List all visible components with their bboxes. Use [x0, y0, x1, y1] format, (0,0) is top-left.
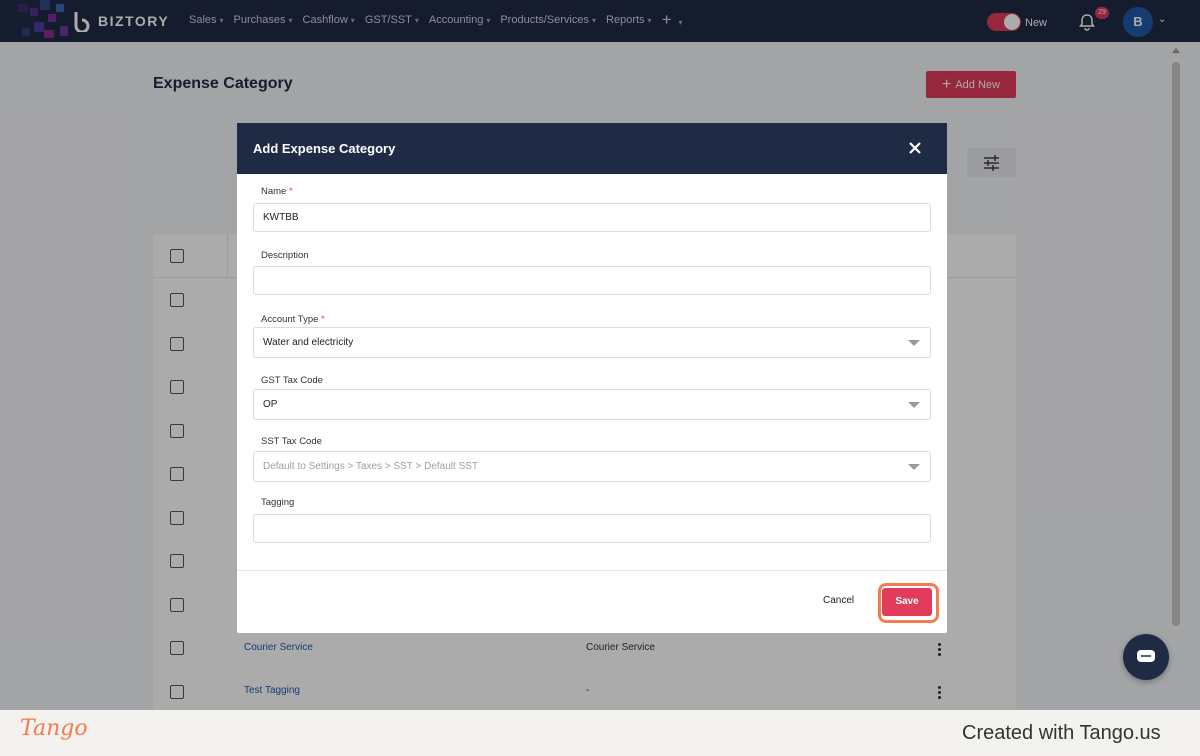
- description-label: Description: [261, 250, 309, 261]
- gst-tax-code-select[interactable]: OP: [253, 389, 931, 420]
- chat-widget-button[interactable]: [1123, 634, 1169, 680]
- dialog-header: Add Expense Category: [237, 123, 947, 174]
- tagging-label: Tagging: [261, 497, 295, 508]
- tagging-field[interactable]: [253, 514, 931, 543]
- dropdown-caret-icon: [908, 464, 920, 470]
- sst-tax-code-select[interactable]: Default to Settings > Taxes > SST > Defa…: [253, 451, 931, 482]
- account-type-select[interactable]: Water and electricity: [253, 327, 931, 358]
- scroll-up-arrow[interactable]: [1172, 48, 1180, 53]
- account-type-label: Account Type *: [261, 314, 325, 325]
- sst-tax-code-label: SST Tax Code: [261, 436, 322, 447]
- save-button[interactable]: Save: [882, 588, 932, 616]
- name-label: Name *: [261, 186, 293, 197]
- gst-tax-code-label: GST Tax Code: [261, 375, 323, 386]
- chat-icon: [1137, 650, 1155, 662]
- scrollbar-thumb[interactable]: [1172, 62, 1180, 626]
- add-expense-category-dialog: Add Expense Category Name * KWTBB Descri…: [237, 123, 947, 633]
- description-field[interactable]: [253, 266, 931, 295]
- dropdown-caret-icon: [908, 402, 920, 408]
- created-with-text: Created with Tango.us: [962, 722, 1161, 744]
- dialog-title: Add Expense Category: [253, 141, 396, 156]
- divider: [237, 570, 947, 571]
- cancel-button[interactable]: Cancel: [823, 595, 854, 606]
- dropdown-caret-icon: [908, 340, 920, 346]
- tango-logo: Tango: [20, 716, 88, 741]
- close-icon[interactable]: [906, 139, 924, 157]
- name-field[interactable]: KWTBB: [253, 203, 931, 232]
